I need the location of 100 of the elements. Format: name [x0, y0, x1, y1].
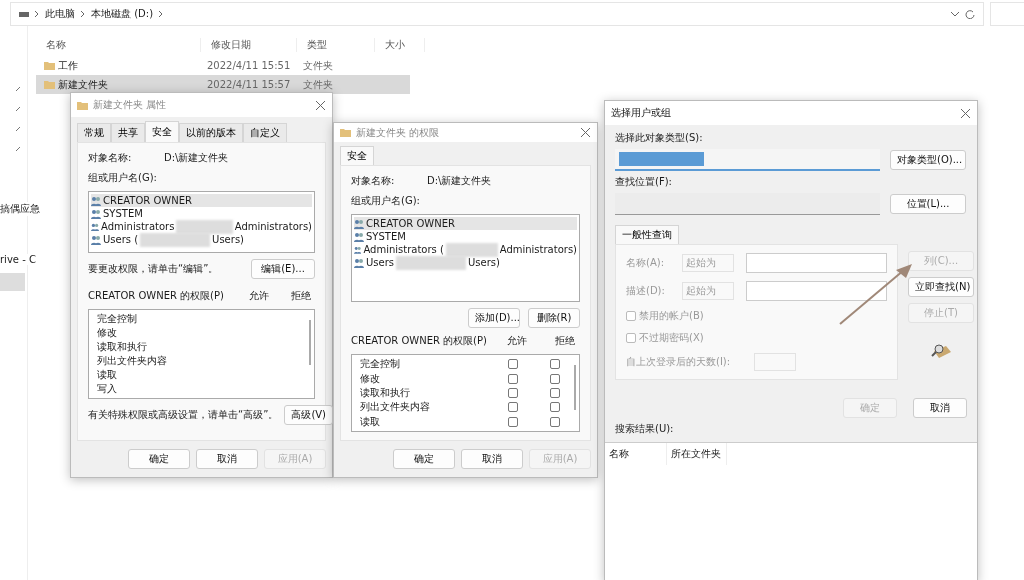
tab[interactable]: 以前的版本	[179, 123, 243, 142]
scrollbar[interactable]	[574, 365, 576, 410]
permission-list[interactable]: 完全控制 修改 读取和执行 列出文件夹内容 读取 写入	[88, 309, 315, 399]
breadcrumb-item[interactable]: 本地磁盘 (D:)	[91, 7, 154, 21]
tab[interactable]: 常规	[77, 123, 111, 142]
deny-checkbox[interactable]	[550, 373, 560, 384]
name-field[interactable]	[745, 253, 887, 273]
tab[interactable]: 安全	[145, 121, 179, 142]
permission-name: 列出文件夹内容	[97, 354, 167, 368]
column-header[interactable]: 大小	[375, 38, 425, 52]
column-header[interactable]: 名称	[605, 443, 667, 465]
user-name: Users (	[103, 234, 139, 245]
allow-checkbox[interactable]	[508, 388, 518, 398]
column-header[interactable]: 名称	[36, 38, 201, 52]
column-header[interactable]: 类型	[297, 38, 375, 52]
advanced-button[interactable]: 高级(V)	[284, 405, 334, 425]
remove-button[interactable]: 删除(R)	[528, 308, 580, 328]
user-list-item[interactable]: SYSTEM	[354, 230, 577, 243]
user-name: CREATOR OWNER	[103, 195, 192, 206]
object-name-value: D:\新建文件夹	[164, 151, 229, 165]
dialog-button[interactable]: 取消	[461, 449, 523, 469]
user-name: SYSTEM	[103, 208, 143, 219]
location-field[interactable]	[615, 193, 880, 215]
file-name: 工作	[58, 58, 78, 73]
allow-checkbox[interactable]	[508, 416, 518, 427]
user-list[interactable]: CREATOR OWNER SYSTEM Administrators Administrators) Users ( Users)	[88, 191, 315, 253]
permission-name: 读取	[360, 414, 381, 429]
deny-checkbox[interactable]	[550, 402, 560, 413]
breadcrumb-item[interactable]: 此电脑	[45, 7, 75, 21]
user-list[interactable]: CREATOR OWNER SYSTEM Administrators ( Administrators) Users Users)	[351, 214, 580, 302]
close-button[interactable]	[959, 107, 971, 119]
add-button[interactable]: 添加(D)...	[468, 308, 520, 328]
user-list-item[interactable]: Administrators ( Administrators)	[354, 243, 577, 256]
search-field[interactable]	[990, 2, 1024, 26]
user-name-suffix: Users)	[468, 257, 500, 268]
pin-icon[interactable]	[15, 106, 21, 112]
dialog-button[interactable]: 确定	[128, 449, 190, 469]
tab[interactable]: 安全	[340, 146, 374, 165]
file-date: 2022/4/11 15:57	[207, 79, 291, 90]
user-list-item[interactable]: CREATOR OWNER	[91, 194, 312, 207]
days-label: 自上次登录后的天数(I):	[626, 355, 732, 369]
pin-icon[interactable]	[15, 146, 21, 152]
users-icon	[91, 195, 101, 206]
permission-name: 修改	[97, 326, 117, 340]
nav-item[interactable]: rive - C	[0, 254, 36, 265]
pin-icon[interactable]	[15, 126, 21, 132]
checkbox[interactable]	[626, 311, 636, 321]
tab[interactable]: 共享	[111, 123, 145, 142]
file-row[interactable]: 新建文件夹 2022/4/11 15:57 文件夹	[36, 75, 410, 94]
caret-icon[interactable]	[951, 11, 959, 17]
dialog-button[interactable]: 取消	[913, 398, 967, 418]
permissions-label: CREATOR OWNER 的权限(P)	[88, 289, 225, 303]
dialog-button[interactable]: 取消	[196, 449, 258, 469]
dialog-button[interactable]: 确定	[393, 449, 455, 469]
close-button[interactable]	[579, 126, 591, 139]
user-list-item[interactable]: Users ( Users)	[91, 233, 312, 246]
file-date: 2022/4/11 15:51	[207, 60, 291, 71]
search-folder-icon	[930, 343, 952, 359]
tab[interactable]: 自定义	[243, 123, 287, 142]
close-button[interactable]	[314, 99, 326, 111]
permission-list[interactable]: 完全控制 修改 读取和执行 列出文件夹内容 读取	[351, 354, 580, 432]
window-title: 选择用户或组	[611, 106, 672, 120]
object-type-button[interactable]: 对象类型(O)...	[890, 150, 966, 170]
user-name-suffix: Users)	[212, 234, 244, 245]
refresh-icon[interactable]	[965, 9, 975, 19]
permissions-label: CREATOR OWNER 的权限(P)	[351, 334, 488, 348]
checkbox[interactable]	[626, 333, 636, 343]
column-header[interactable]: 所在文件夹	[667, 443, 727, 465]
folder-icon	[44, 80, 55, 89]
address-bar[interactable]: 此电脑 本地磁盘 (D:)	[10, 2, 984, 26]
user-list-item[interactable]: Administrators Administrators)	[91, 220, 312, 233]
file-row[interactable]: 工作 2022/4/11 15:51 文件夹	[36, 56, 410, 75]
object-name-label: 对象名称:	[351, 174, 396, 188]
deny-header: 拒绝	[555, 334, 575, 348]
drive-icon	[19, 11, 29, 17]
results-list[interactable]: 名称 所在文件夹	[605, 442, 977, 580]
side-button[interactable]: 立即查找(N)	[908, 277, 974, 297]
deny-checkbox[interactable]	[550, 416, 560, 427]
allow-checkbox[interactable]	[508, 359, 518, 370]
nav-item[interactable]: 搞偶应急	[0, 202, 40, 216]
allow-checkbox[interactable]	[508, 402, 518, 413]
object-type-field[interactable]	[615, 149, 880, 171]
tab[interactable]: 一般性查询	[615, 225, 679, 244]
pin-icon[interactable]	[15, 86, 21, 92]
edit-hint: 要更改权限，请单击“编辑”。	[88, 262, 219, 276]
users-icon	[354, 231, 364, 242]
description-field[interactable]	[745, 281, 887, 301]
deny-checkbox[interactable]	[550, 388, 560, 398]
column-header[interactable]: 修改日期	[201, 38, 297, 52]
location-button[interactable]: 位置(L)...	[890, 194, 966, 214]
user-list-item[interactable]: SYSTEM	[91, 207, 312, 220]
scrollbar[interactable]	[309, 320, 311, 365]
checkbox-label: 不过期密码(X)	[639, 331, 704, 345]
deny-checkbox[interactable]	[550, 359, 560, 370]
permission-name: 完全控制	[360, 357, 401, 372]
allow-checkbox[interactable]	[508, 373, 518, 384]
user-list-item[interactable]: CREATOR OWNER	[354, 217, 577, 230]
edit-button[interactable]: 编辑(E)...	[251, 259, 315, 279]
user-list-item[interactable]: Users Users)	[354, 256, 577, 269]
users-icon	[91, 221, 100, 232]
